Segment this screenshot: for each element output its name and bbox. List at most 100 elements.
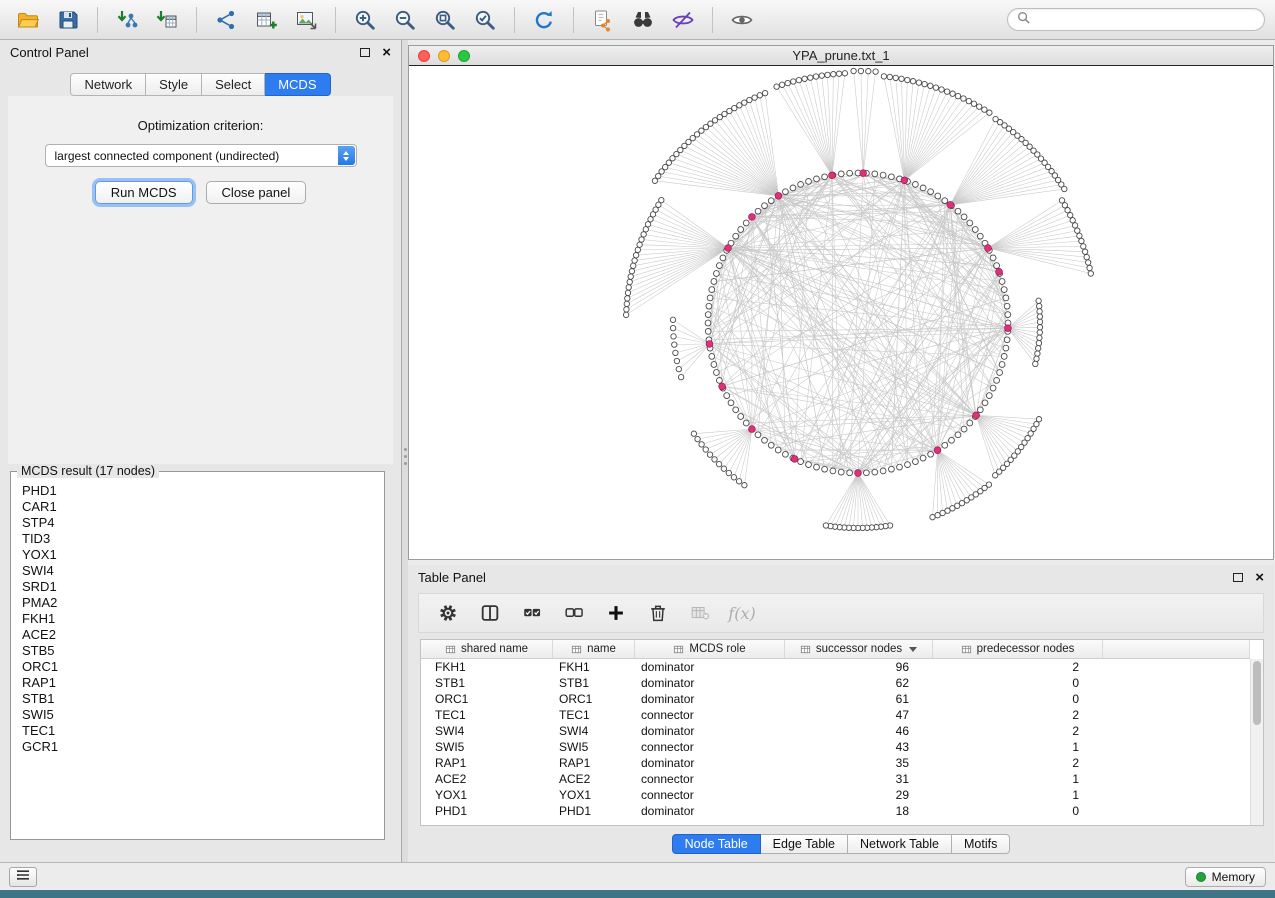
hide-table-button bbox=[685, 598, 715, 628]
network-canvas[interactable] bbox=[409, 66, 1273, 559]
clear-selection-button[interactable] bbox=[559, 598, 589, 628]
toolbar-separator bbox=[196, 7, 197, 33]
mcds-result-item[interactable]: STP4 bbox=[22, 515, 373, 531]
tab-mcds[interactable]: MCDS bbox=[265, 73, 330, 96]
mcds-result-item[interactable]: SWI4 bbox=[22, 563, 373, 579]
tab-motifs[interactable]: Motifs bbox=[952, 834, 1010, 854]
table-row[interactable]: RAP1RAP1dominator352 bbox=[421, 755, 1250, 771]
export-image-button[interactable] bbox=[288, 5, 324, 35]
column-type-icon bbox=[961, 644, 972, 655]
hide-annotations-button[interactable] bbox=[665, 5, 701, 35]
mcds-result-item[interactable]: FKH1 bbox=[22, 611, 373, 627]
table-row[interactable]: SWI4SWI4dominator462 bbox=[421, 723, 1250, 739]
tab-node-table[interactable]: Node Table bbox=[672, 834, 761, 854]
table-row[interactable]: ACE2ACE2connector311 bbox=[421, 771, 1250, 787]
network-graph[interactable] bbox=[409, 66, 1273, 559]
scrollbar-thumb[interactable] bbox=[1253, 661, 1261, 725]
gear-button[interactable] bbox=[433, 598, 463, 628]
zoom-out-icon bbox=[393, 8, 417, 32]
column-header-predecessor-nodes[interactable]: predecessor nodes bbox=[933, 640, 1103, 658]
table-row[interactable]: TEC1TEC1connector472 bbox=[421, 707, 1250, 723]
memory-label: Memory bbox=[1212, 870, 1255, 884]
mcds-result-item[interactable]: PMA2 bbox=[22, 595, 373, 611]
zoom-selected-button[interactable] bbox=[467, 5, 503, 35]
column-header-shared-name[interactable]: shared name bbox=[421, 640, 553, 658]
mcds-result-list[interactable]: PHD1CAR1STP4TID3YOX1SWI4SRD1PMA2FKH1ACE2… bbox=[13, 480, 382, 837]
import-table-icon bbox=[155, 8, 179, 32]
control-panel-header: Control Panel × bbox=[0, 40, 401, 63]
mcds-result-item[interactable]: PHD1 bbox=[22, 483, 373, 499]
new-network-button[interactable] bbox=[208, 5, 244, 35]
cell-successor-nodes: 31 bbox=[785, 772, 933, 786]
save-button[interactable] bbox=[50, 5, 86, 35]
toolbar-separator bbox=[335, 7, 336, 33]
cell-mcds-role: connector bbox=[635, 772, 785, 786]
import-table-button[interactable] bbox=[149, 5, 185, 35]
mcds-result-item[interactable]: ORC1 bbox=[22, 659, 373, 675]
mcds-result-item[interactable]: GCR1 bbox=[22, 739, 373, 755]
run-mcds-button[interactable]: Run MCDS bbox=[95, 181, 193, 204]
float-table-panel-icon[interactable] bbox=[1233, 573, 1243, 582]
close-panel-button[interactable]: Close panel bbox=[206, 181, 307, 204]
delete-row-button[interactable] bbox=[643, 598, 673, 628]
mcds-result-item[interactable]: RAP1 bbox=[22, 675, 373, 691]
zoom-fit-button[interactable] bbox=[427, 5, 463, 35]
select-all-button[interactable] bbox=[517, 598, 547, 628]
tab-network-table[interactable]: Network Table bbox=[848, 834, 952, 854]
network-window-titlebar[interactable]: YPA_prune.txt_1 bbox=[409, 46, 1273, 66]
column-header-successor-nodes[interactable]: successor nodes bbox=[785, 640, 933, 658]
column-header-name[interactable]: name bbox=[553, 640, 635, 658]
search-input[interactable] bbox=[1036, 13, 1255, 27]
add-row-button[interactable] bbox=[601, 598, 631, 628]
export-image-icon bbox=[294, 8, 318, 32]
zoom-in-button[interactable] bbox=[347, 5, 383, 35]
delete-row-icon bbox=[647, 602, 669, 624]
share-document-button[interactable] bbox=[585, 5, 621, 35]
tab-edge-table[interactable]: Edge Table bbox=[761, 834, 848, 854]
refresh-button[interactable] bbox=[526, 5, 562, 35]
tab-style[interactable]: Style bbox=[146, 73, 202, 96]
mcds-result-item[interactable]: STB1 bbox=[22, 691, 373, 707]
import-network-button[interactable] bbox=[109, 5, 145, 35]
table-row[interactable]: STB1STB1dominator620 bbox=[421, 675, 1250, 691]
tab-select[interactable]: Select bbox=[202, 73, 265, 96]
zoom-out-button[interactable] bbox=[387, 5, 423, 35]
column-header-filler bbox=[1103, 640, 1250, 658]
search-network-button[interactable] bbox=[625, 5, 661, 35]
optimization-criterion-label: Optimization criterion: bbox=[8, 118, 393, 133]
mcds-result-item[interactable]: SWI5 bbox=[22, 707, 373, 723]
mcds-result-item[interactable]: SRD1 bbox=[22, 579, 373, 595]
columns-button[interactable] bbox=[475, 598, 505, 628]
mcds-result-item[interactable]: STB5 bbox=[22, 643, 373, 659]
close-panel-icon[interactable]: × bbox=[382, 48, 391, 58]
cell-successor-nodes: 46 bbox=[785, 724, 933, 738]
close-table-panel-icon[interactable]: × bbox=[1255, 573, 1264, 583]
table-scrollbar[interactable] bbox=[1250, 659, 1263, 825]
mcds-result-item[interactable]: TID3 bbox=[22, 531, 373, 547]
table-panel-header: Table Panel × bbox=[408, 565, 1274, 588]
panel-menu-button[interactable] bbox=[9, 867, 37, 887]
float-panel-icon[interactable] bbox=[360, 48, 370, 57]
table-row[interactable]: PHD1PHD1dominator180 bbox=[421, 803, 1250, 819]
show-graphics-button[interactable] bbox=[724, 5, 760, 35]
mcds-result-item[interactable]: CAR1 bbox=[22, 499, 373, 515]
table-row[interactable]: FKH1FKH1dominator962 bbox=[421, 659, 1250, 675]
mcds-result-item[interactable]: TEC1 bbox=[22, 723, 373, 739]
cell-mcds-role: dominator bbox=[635, 756, 785, 770]
cell-name: PHD1 bbox=[553, 804, 635, 818]
search-field[interactable] bbox=[1007, 8, 1265, 31]
memory-button[interactable]: Memory bbox=[1185, 867, 1266, 887]
open-folder-button[interactable] bbox=[10, 5, 46, 35]
table-row[interactable]: ORC1ORC1dominator610 bbox=[421, 691, 1250, 707]
table-row[interactable]: YOX1YOX1connector291 bbox=[421, 787, 1250, 803]
cell-predecessor-nodes: 1 bbox=[933, 740, 1103, 754]
mcds-result-item[interactable]: ACE2 bbox=[22, 627, 373, 643]
table-toolbar: f(x) bbox=[418, 593, 1264, 633]
optimization-criterion-dropdown[interactable]: largest connected component (undirected) bbox=[45, 144, 357, 167]
new-table-button[interactable] bbox=[248, 5, 284, 35]
column-header-MCDS-role[interactable]: MCDS role bbox=[635, 640, 785, 658]
network-view-window: YPA_prune.txt_1 bbox=[408, 45, 1274, 560]
mcds-result-item[interactable]: YOX1 bbox=[22, 547, 373, 563]
table-row[interactable]: SWI5SWI5connector431 bbox=[421, 739, 1250, 755]
tab-network[interactable]: Network bbox=[70, 73, 146, 96]
